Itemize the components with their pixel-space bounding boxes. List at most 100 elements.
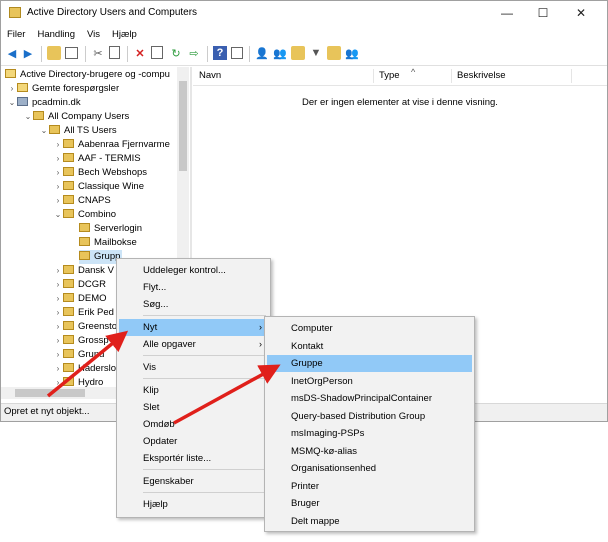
menu-item-find[interactable]: Søg... <box>119 296 268 313</box>
tree-ou[interactable]: › Aabenraa Fjernvarme <box>53 138 170 152</box>
filter-icon[interactable]: ▼ <box>309 46 323 60</box>
tree-ou[interactable]: › Classique Wine <box>53 180 144 194</box>
help-icon[interactable]: ? <box>213 46 227 60</box>
tree-ou[interactable]: › CNAPS <box>53 194 111 208</box>
tree-ou[interactable]: › DEMO <box>53 292 107 306</box>
chevron-right-icon[interactable]: › <box>53 362 63 376</box>
tree-ou[interactable]: Mailbokse <box>79 236 137 250</box>
chevron-right-icon[interactable]: › <box>53 194 63 208</box>
chevron-right-icon[interactable]: › <box>53 152 63 166</box>
column-header-type[interactable]: Type <box>379 70 400 81</box>
delete-icon[interactable]: ✕ <box>133 46 147 60</box>
menu-item-view[interactable]: Vis › <box>119 359 268 376</box>
tree-ou-combino[interactable]: ⌄ Combino <box>53 208 116 222</box>
menu-item-new[interactable]: Nyt › <box>119 319 268 336</box>
column-separator[interactable] <box>451 69 452 83</box>
menu-handling[interactable]: Handling <box>31 27 81 42</box>
add-to-group-icon[interactable]: 👥 <box>345 46 359 60</box>
chevron-down-icon[interactable]: ⌄ <box>7 96 17 110</box>
tree-ou[interactable]: › AAF - TERMIS <box>53 152 141 166</box>
chevron-right-icon[interactable]: › <box>53 334 63 348</box>
close-button[interactable]: ✕ <box>561 1 601 25</box>
menu-filer[interactable]: Filer <box>1 27 31 42</box>
tree-ou[interactable]: › Dansk V <box>53 264 114 278</box>
submenu-item-printer[interactable]: Printer <box>267 478 472 495</box>
chevron-right-icon[interactable]: › <box>53 292 63 306</box>
tree-all-ts-users[interactable]: ⌄ All TS Users <box>39 124 117 138</box>
forward-arrow-icon[interactable]: ▶ <box>21 46 35 60</box>
submenu-item-contact[interactable]: Kontakt <box>267 338 472 355</box>
scrollbar-thumb[interactable] <box>15 389 85 397</box>
chevron-down-icon[interactable]: ⌄ <box>39 124 49 138</box>
submenu-item-user[interactable]: Bruger <box>267 495 472 512</box>
new-user-icon[interactable]: 👤 <box>255 46 269 60</box>
submenu-item-query-based-distribution-group[interactable]: Query-based Distribution Group <box>267 408 472 425</box>
menu-item-refresh[interactable]: Opdater <box>119 433 268 450</box>
properties-icon[interactable] <box>151 46 163 59</box>
chevron-right-icon[interactable]: › <box>53 306 63 320</box>
chevron-right-icon[interactable]: › <box>53 320 63 334</box>
chevron-down-icon[interactable]: ⌄ <box>23 110 33 124</box>
menu-item-delegate-control[interactable]: Uddeleger kontrol... <box>119 262 268 279</box>
chevron-right-icon[interactable]: › <box>53 348 63 362</box>
tree-all-company-users[interactable]: ⌄ All Company Users <box>23 110 129 124</box>
tree-ou[interactable]: › DCGR <box>53 278 106 292</box>
export-icon[interactable]: ⇨ <box>187 46 201 60</box>
maximize-button[interactable]: ☐ <box>523 1 563 25</box>
menu-hjaelp[interactable]: Hjælp <box>106 27 143 42</box>
chevron-right-icon[interactable]: › <box>53 166 63 180</box>
cut-icon[interactable]: ✂ <box>91 46 105 60</box>
menu-item-properties[interactable]: Egenskaber <box>119 473 268 490</box>
menu-item-help[interactable]: Hjælp <box>119 496 268 513</box>
scrollbar-thumb[interactable] <box>179 81 187 171</box>
submenu-item-computer[interactable]: Computer <box>267 320 472 337</box>
up-folder-icon[interactable] <box>47 46 61 60</box>
console-tree-icon[interactable] <box>65 47 78 59</box>
refresh-icon[interactable]: ↻ <box>169 46 183 60</box>
column-header-description[interactable]: Beskrivelse <box>457 70 506 81</box>
submenu-item-msimaging-psps[interactable]: msImaging-PSPs <box>267 425 472 442</box>
menu-item-rename[interactable]: Omdøb <box>119 416 268 433</box>
tree-ou[interactable]: › Haderslo <box>53 362 116 376</box>
submenu-item-shared-folder[interactable]: Delt mappe <box>267 513 472 530</box>
chevron-right-icon[interactable]: › <box>7 82 17 96</box>
chevron-right-icon[interactable]: › <box>53 376 63 387</box>
submenu-item-msmq-queue-alias[interactable]: MSMQ-kø-alias <box>267 443 472 460</box>
minimize-button[interactable]: — <box>487 1 527 25</box>
new-group-icon[interactable]: 👥 <box>273 46 287 60</box>
new-ou-icon[interactable] <box>291 46 305 60</box>
find-icon[interactable] <box>327 46 341 60</box>
menu-vis[interactable]: Vis <box>81 27 106 42</box>
submenu-item-organizational-unit[interactable]: Organisationsenhed <box>267 460 472 477</box>
tree-saved-queries[interactable]: › Gemte forespørgsler <box>7 82 119 96</box>
toolbar-separator <box>207 46 208 62</box>
copy-icon[interactable] <box>109 46 120 59</box>
submenu-item-inetorgperson[interactable]: InetOrgPerson <box>267 373 472 390</box>
tree-ou[interactable]: › Erik Ped <box>53 306 114 320</box>
chevron-right-icon[interactable]: › <box>53 138 63 152</box>
tree-ou[interactable]: › Greensto <box>53 320 117 334</box>
submenu-item-shadow-principal-container[interactable]: msDS-ShadowPrincipalContainer <box>267 390 472 407</box>
mmc-icon[interactable] <box>231 47 243 59</box>
menu-item-export-list[interactable]: Eksportér liste... <box>119 450 268 467</box>
tree-ou[interactable]: › Grossp <box>53 334 109 348</box>
tree-ou[interactable]: › Grund <box>53 348 104 362</box>
column-separator[interactable] <box>571 69 572 83</box>
column-separator[interactable] <box>373 69 374 83</box>
tree-ou[interactable]: › Hydro <box>53 376 103 387</box>
chevron-down-icon[interactable]: ⌄ <box>53 208 63 222</box>
chevron-right-icon[interactable]: › <box>53 264 63 278</box>
tree-ou[interactable]: Serverlogin <box>79 222 142 236</box>
chevron-right-icon[interactable]: › <box>53 180 63 194</box>
menu-item-move[interactable]: Flyt... <box>119 279 268 296</box>
column-header-name[interactable]: Navn <box>199 70 221 81</box>
menu-item-cut[interactable]: Klip <box>119 382 268 399</box>
back-arrow-icon[interactable]: ◀ <box>5 46 19 60</box>
chevron-right-icon[interactable]: › <box>53 278 63 292</box>
tree-domain[interactable]: ⌄ pcadmin.dk <box>7 96 81 110</box>
submenu-item-group[interactable]: Gruppe <box>267 355 472 372</box>
tree-root[interactable]: Active Directory-brugere og -compu <box>5 68 170 82</box>
menu-item-delete[interactable]: Slet <box>119 399 268 416</box>
tree-ou[interactable]: › Bech Webshops <box>53 166 147 180</box>
menu-item-all-tasks[interactable]: Alle opgaver › <box>119 336 268 353</box>
